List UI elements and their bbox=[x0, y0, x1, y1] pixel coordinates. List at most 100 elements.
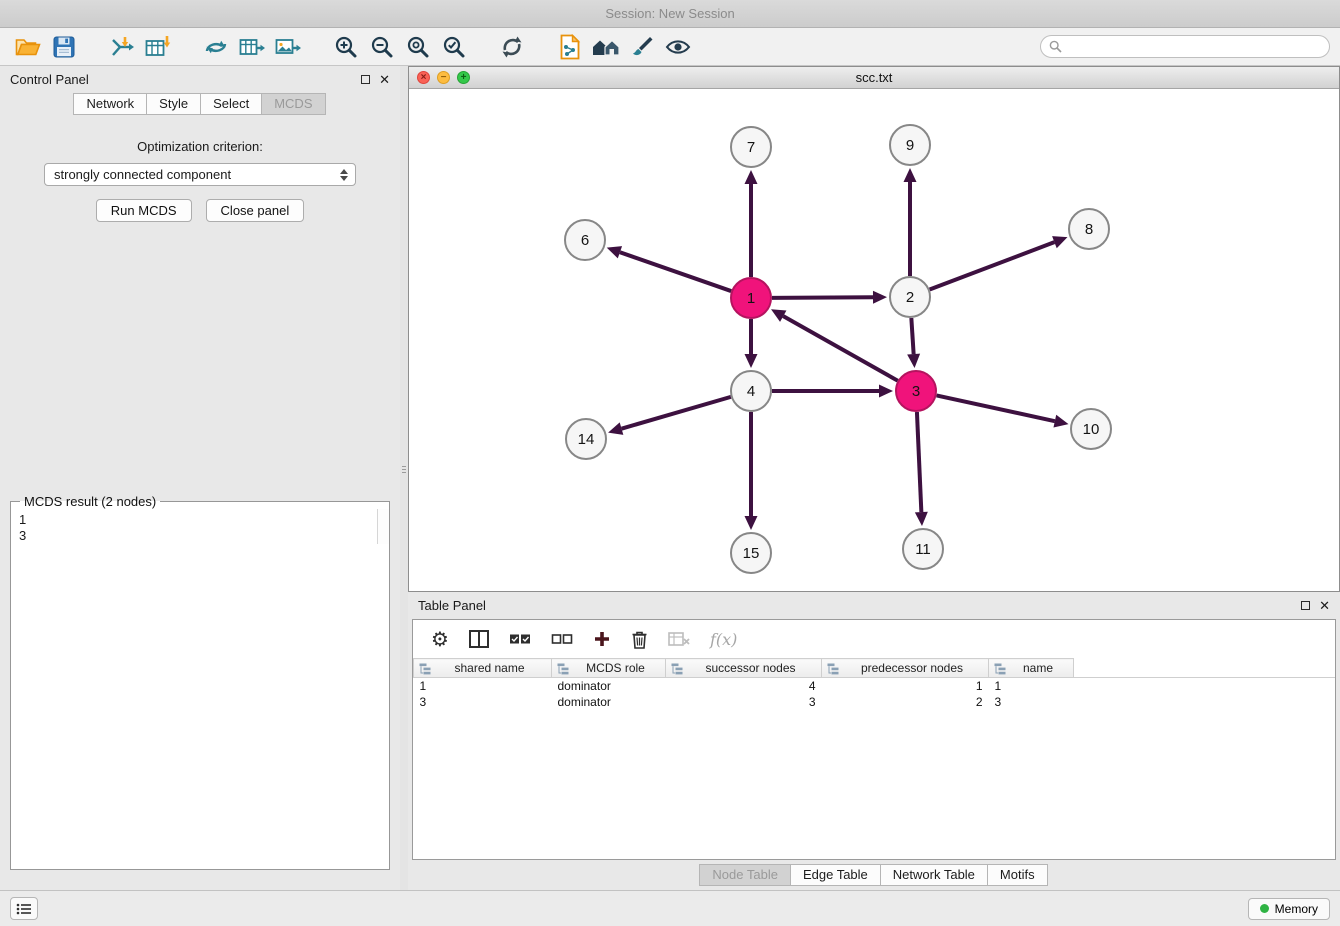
maximize-window-button[interactable]: + bbox=[457, 71, 470, 84]
delete-table-button[interactable] bbox=[668, 631, 690, 647]
column-header-predecessor-nodes[interactable]: predecessor nodes bbox=[822, 659, 989, 678]
table-row[interactable]: 3dominator323 bbox=[414, 694, 1336, 710]
network-graph[interactable]: 7 9 6 8 1 2 4 3 14 10 15 11 bbox=[409, 89, 1339, 591]
edge-4-14[interactable] bbox=[622, 397, 731, 429]
column-header-successor-nodes[interactable]: successor nodes bbox=[666, 659, 822, 678]
column-header-shared-name[interactable]: shared name bbox=[414, 659, 552, 678]
zoom-selected-button[interactable] bbox=[436, 30, 472, 64]
mcds-result-line[interactable]: 1 bbox=[19, 512, 389, 528]
close-table-panel-icon[interactable]: ✕ bbox=[1319, 599, 1330, 612]
table-cell[interactable]: 4 bbox=[666, 678, 822, 694]
search-box[interactable] bbox=[1040, 35, 1330, 58]
unchecked-boxes-icon bbox=[551, 633, 573, 645]
open-folder-icon bbox=[15, 36, 41, 58]
close-window-button[interactable]: × bbox=[417, 71, 430, 84]
tab-edge-table[interactable]: Edge Table bbox=[790, 864, 881, 886]
splitter-grip[interactable] bbox=[402, 464, 406, 475]
edge-2-3[interactable] bbox=[911, 318, 913, 354]
mcds-result-line[interactable]: 3 bbox=[19, 528, 389, 544]
create-column-button[interactable] bbox=[593, 630, 611, 648]
node-label: 1 bbox=[747, 290, 755, 307]
edge-3-11[interactable] bbox=[917, 412, 921, 512]
table-cell[interactable]: 3 bbox=[414, 694, 552, 710]
result-scrollbar[interactable] bbox=[377, 509, 389, 544]
show-columns-button[interactable] bbox=[469, 630, 489, 648]
export-table-button[interactable] bbox=[234, 30, 270, 64]
edge-3-10[interactable] bbox=[937, 395, 1055, 421]
tab-style[interactable]: Style bbox=[146, 93, 201, 115]
table-cell[interactable]: 3 bbox=[989, 694, 1074, 710]
save-session-button[interactable] bbox=[46, 30, 82, 64]
edge-1-2[interactable] bbox=[772, 297, 873, 298]
minimize-window-button[interactable]: − bbox=[437, 71, 450, 84]
memory-button[interactable]: Memory bbox=[1248, 898, 1330, 920]
delete-column-button[interactable] bbox=[631, 630, 648, 649]
table-cell[interactable]: dominator bbox=[552, 678, 666, 694]
node-2[interactable]: 2 bbox=[890, 277, 930, 317]
select-all-columns-button[interactable] bbox=[509, 633, 531, 645]
refresh-button[interactable] bbox=[494, 30, 530, 64]
node-6[interactable]: 6 bbox=[565, 220, 605, 260]
tab-motifs[interactable]: Motifs bbox=[987, 864, 1048, 886]
network-document-button[interactable] bbox=[552, 30, 588, 64]
table-cell[interactable]: 1 bbox=[989, 678, 1074, 694]
tab-node-table[interactable]: Node Table bbox=[699, 864, 791, 886]
zoom-fit-icon bbox=[406, 35, 430, 59]
show-hide-button[interactable] bbox=[660, 30, 696, 64]
export-image-button[interactable] bbox=[270, 30, 306, 64]
table-cell[interactable]: dominator bbox=[552, 694, 666, 710]
columns-icon bbox=[469, 630, 489, 648]
node-10[interactable]: 10 bbox=[1071, 409, 1111, 449]
table-cell[interactable]: 3 bbox=[666, 694, 822, 710]
unselect-all-columns-button[interactable] bbox=[551, 633, 573, 645]
network-canvas[interactable]: 7 9 6 8 1 2 4 3 14 10 15 11 bbox=[409, 89, 1339, 591]
node-9[interactable]: 9 bbox=[890, 125, 930, 165]
column-header-mcds-role[interactable]: MCDS role bbox=[552, 659, 666, 678]
node-14[interactable]: 14 bbox=[566, 419, 606, 459]
panel-splitter[interactable] bbox=[400, 66, 408, 890]
edge-3-1[interactable] bbox=[783, 316, 897, 381]
edge-arrowhead bbox=[745, 354, 758, 368]
mcds-result-title: MCDS result (2 nodes) bbox=[20, 494, 160, 509]
open-session-button[interactable] bbox=[10, 30, 46, 64]
function-builder-button[interactable]: f(x) bbox=[710, 630, 737, 649]
import-network-button[interactable] bbox=[104, 30, 140, 64]
float-table-panel-icon[interactable] bbox=[1301, 601, 1310, 610]
show-panels-button[interactable] bbox=[10, 897, 38, 920]
node-4[interactable]: 4 bbox=[731, 371, 771, 411]
mcds-result-list[interactable]: 1 3 bbox=[19, 512, 389, 544]
home-button[interactable] bbox=[588, 30, 624, 64]
edge-2-8[interactable] bbox=[930, 242, 1055, 289]
tab-network-table[interactable]: Network Table bbox=[880, 864, 988, 886]
close-panel-button[interactable]: Close panel bbox=[206, 199, 305, 222]
search-input[interactable] bbox=[1067, 40, 1321, 54]
tab-mcds[interactable]: MCDS bbox=[261, 93, 325, 115]
float-panel-icon[interactable] bbox=[361, 75, 370, 84]
node-8[interactable]: 8 bbox=[1069, 209, 1109, 249]
node-3[interactable]: 3 bbox=[896, 371, 936, 411]
table-cell[interactable]: 1 bbox=[822, 678, 989, 694]
apply-style-button[interactable] bbox=[624, 30, 660, 64]
edge-arrowhead bbox=[745, 516, 758, 530]
zoom-in-button[interactable] bbox=[328, 30, 364, 64]
run-mcds-button[interactable]: Run MCDS bbox=[96, 199, 192, 222]
zoom-fit-button[interactable] bbox=[400, 30, 436, 64]
table-row[interactable]: 1dominator411 bbox=[414, 678, 1336, 694]
tab-network[interactable]: Network bbox=[73, 93, 147, 115]
node-7[interactable]: 7 bbox=[731, 127, 771, 167]
column-type-icon bbox=[671, 663, 683, 675]
table-settings-button[interactable]: ⚙ bbox=[431, 629, 449, 649]
criterion-dropdown[interactable]: strongly connected component bbox=[44, 163, 356, 186]
table-cell[interactable]: 2 bbox=[822, 694, 989, 710]
node-1[interactable]: 1 bbox=[731, 278, 771, 318]
edge-1-6[interactable] bbox=[620, 252, 731, 291]
close-panel-icon[interactable]: ✕ bbox=[379, 73, 390, 86]
table-cell[interactable]: 1 bbox=[414, 678, 552, 694]
node-11[interactable]: 11 bbox=[903, 529, 943, 569]
zoom-out-button[interactable] bbox=[364, 30, 400, 64]
tab-select[interactable]: Select bbox=[200, 93, 262, 115]
export-network-button[interactable] bbox=[198, 30, 234, 64]
node-15[interactable]: 15 bbox=[731, 533, 771, 573]
import-table-button[interactable] bbox=[140, 30, 176, 64]
column-header-name[interactable]: name bbox=[989, 659, 1074, 678]
